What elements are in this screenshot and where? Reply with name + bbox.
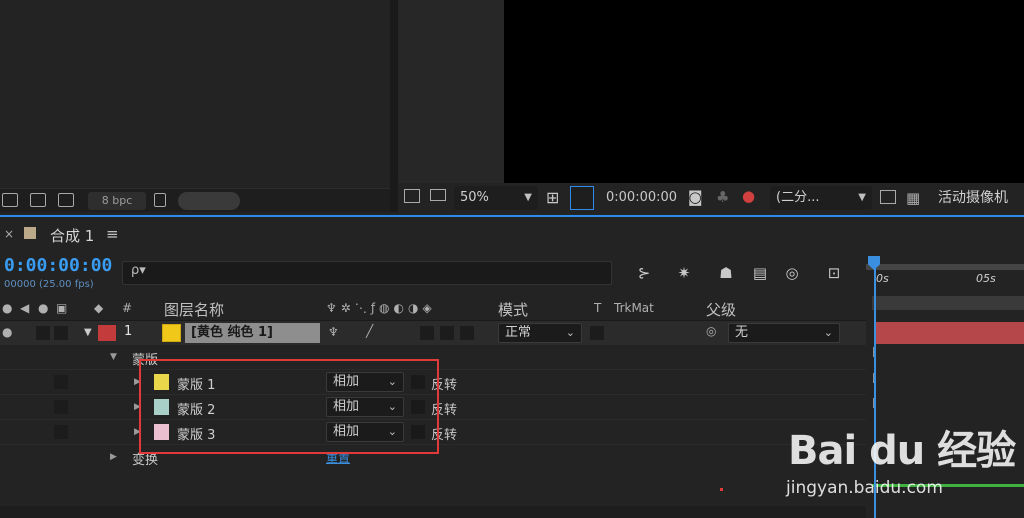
layer-duration-bar[interactable] xyxy=(874,322,1024,344)
column-trkmat[interactable]: TrkMat xyxy=(614,301,654,315)
layer-column-header: ● ◀ ● ▣ ◆ # 图层名称 ♆✲⋱ƒ◍◐◑◈ 模式 T TrkMat 父级 xyxy=(0,297,866,321)
pick-whip-icon[interactable]: ◎ xyxy=(706,324,716,338)
project-bottom-bar: 8 bpc xyxy=(0,188,390,212)
quality-switch-icon[interactable]: ╱ xyxy=(366,324,373,338)
mask-visibility-icon[interactable] xyxy=(570,186,594,210)
draft-3d-icon[interactable]: ✷ xyxy=(674,264,694,282)
chevron-down-icon: ⌄ xyxy=(823,326,833,339)
audio-toggle[interactable] xyxy=(36,326,50,340)
ruler-tick: 05s xyxy=(976,272,996,285)
close-icon[interactable]: × xyxy=(4,227,14,241)
ruler-tick: 0s xyxy=(876,272,889,285)
audio-icon[interactable]: ◀ xyxy=(20,301,29,315)
graph-editor-icon[interactable]: ⊡ xyxy=(824,264,844,282)
lock-icon[interactable]: ▣ xyxy=(56,301,67,315)
highlight-annotation xyxy=(139,359,439,454)
camera-view-select[interactable]: 活动摄像机 xyxy=(938,186,1008,210)
column-number: # xyxy=(122,301,133,315)
layer-name[interactable]: [黄色 纯色 1] xyxy=(185,323,320,343)
zoom-select[interactable]: 50% ▼ xyxy=(454,186,538,210)
grid-guide-icon[interactable]: ⊞ xyxy=(546,188,559,207)
chevron-down-icon: ⌄ xyxy=(565,326,575,339)
interpret-footage-icon[interactable] xyxy=(2,193,18,207)
layer-label-color[interactable] xyxy=(98,325,116,341)
column-parent[interactable]: 父级 xyxy=(706,299,736,320)
scrollbar-thumb[interactable] xyxy=(178,192,240,210)
region-of-interest-icon[interactable] xyxy=(880,190,896,204)
solid-color-swatch xyxy=(162,324,181,342)
show-snapshot-icon[interactable]: ♣ xyxy=(716,188,729,206)
column-layer-name[interactable]: 图层名称 xyxy=(164,299,224,320)
motion-blur-icon[interactable]: ◎ xyxy=(782,264,802,282)
zoom-value: 50% xyxy=(460,190,489,205)
transparency-grid-icon[interactable]: ▦ xyxy=(906,189,920,207)
layer-mode-select[interactable]: 正常 ⌄ xyxy=(498,323,582,343)
expand-triangle-icon[interactable]: ▼ xyxy=(110,352,117,362)
switch-box[interactable] xyxy=(460,326,474,340)
current-time-display[interactable]: 0:00:00:00 xyxy=(4,255,112,276)
mask-lock-toggle[interactable] xyxy=(54,375,68,389)
mask-lock-toggle[interactable] xyxy=(54,400,68,414)
shy-switch-icon[interactable]: ♆ xyxy=(328,325,339,339)
watermark-url: jingyan.baidu.com xyxy=(786,478,943,498)
stray-mark xyxy=(720,488,723,491)
new-folder-icon[interactable] xyxy=(30,193,46,207)
column-mode[interactable]: 模式 xyxy=(498,299,528,320)
shy-layers-icon[interactable]: ☗ xyxy=(716,264,736,282)
eye-icon[interactable]: ● xyxy=(2,325,12,339)
comp-flowchart-icon[interactable]: ⊱ xyxy=(634,264,654,282)
layer-mode-value: 正常 xyxy=(505,325,532,340)
viewer-canvas[interactable] xyxy=(504,0,1024,183)
layer-row[interactable]: ● ▼ 1 [黄色 纯色 1] ♆ ╱ 正常 ⌄ ◎ 无 ⌄ xyxy=(0,321,866,345)
search-icon: ρ▾ xyxy=(131,263,146,278)
chevron-down-icon: ▼ xyxy=(524,192,532,203)
tab-composition[interactable]: 合成 1 xyxy=(50,225,94,246)
frame-rate-label: 00000 (25.00 fps) xyxy=(4,279,94,290)
expand-triangle-icon[interactable]: ▶ xyxy=(110,452,117,462)
project-panel xyxy=(0,0,390,212)
solo-icon[interactable]: ● xyxy=(38,301,48,315)
switches-icons: ♆✲⋱ƒ◍◐◑◈ xyxy=(326,301,436,315)
work-area-bar[interactable] xyxy=(872,296,1024,310)
viewer-current-time[interactable]: 0:00:00:00 xyxy=(606,186,677,210)
frame-blending-icon[interactable]: ▤ xyxy=(750,264,770,282)
watermark-logo: Bai du 经验 xyxy=(788,428,1016,474)
always-preview-icon[interactable] xyxy=(404,189,420,203)
expand-triangle-icon[interactable]: ▼ xyxy=(84,327,92,338)
label-tag-icon[interactable]: ◆ xyxy=(94,301,103,315)
layer-number: 1 xyxy=(124,324,133,339)
switch-box[interactable] xyxy=(440,326,454,340)
mask-lock-toggle[interactable] xyxy=(54,425,68,439)
switch-box[interactable] xyxy=(420,326,434,340)
resolution-value: (二分... xyxy=(776,190,820,205)
column-preserve-transparency: T xyxy=(594,301,602,315)
bit-depth-button[interactable]: 8 bpc xyxy=(88,192,146,210)
lock-toggle[interactable] xyxy=(54,326,68,340)
timeline-footer-bar xyxy=(0,506,866,518)
trash-icon[interactable] xyxy=(154,193,166,207)
panel-menu-icon[interactable]: ≡ xyxy=(106,225,119,243)
viewer-toolbar: 50% ▼ ⊞ 0:00:00:00 ◙ ♣ ● (二分... ▼ ▦ 活动摄像… xyxy=(398,183,1024,213)
channel-rgb-icon[interactable]: ● xyxy=(742,187,755,205)
parent-select[interactable]: 无 ⌄ xyxy=(728,323,840,343)
comp-tab-bar: × 合成 1 ≡ xyxy=(0,217,1024,253)
snapshot-camera-icon[interactable]: ◙ xyxy=(688,188,703,206)
time-ruler[interactable] xyxy=(866,264,1024,270)
comp-color-swatch xyxy=(24,227,36,239)
panel-divider[interactable] xyxy=(390,0,398,212)
new-composition-icon[interactable] xyxy=(58,193,74,207)
watermark: Bai du 经验 jingyan.baidu.com xyxy=(784,418,1024,518)
layer-search-input[interactable]: ρ▾ xyxy=(122,261,612,285)
resolution-select[interactable]: (二分... ▼ xyxy=(770,186,872,210)
monitor-icon[interactable] xyxy=(430,189,446,201)
parent-value: 无 xyxy=(735,325,749,340)
video-eye-icon[interactable]: ● xyxy=(2,301,12,315)
chevron-down-icon: ▼ xyxy=(858,192,866,203)
trkmat-box[interactable] xyxy=(590,326,604,340)
